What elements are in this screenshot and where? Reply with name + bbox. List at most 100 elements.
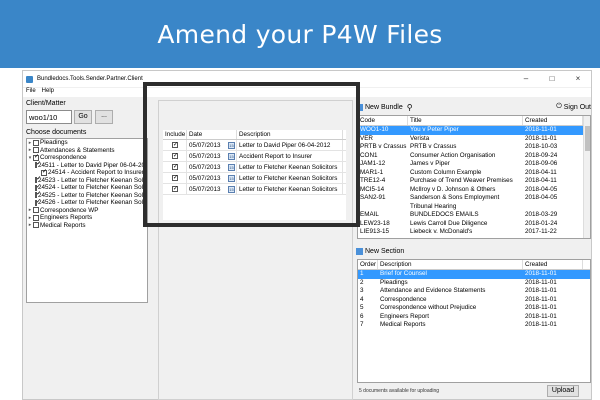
upload-button[interactable]: Upload — [547, 385, 579, 397]
section-description-cell: Attendance and Evidence Statements — [380, 287, 486, 294]
bundle-row[interactable]: LEW23-18 Lewis Carroll Due Diligence 2018-… — [358, 220, 590, 229]
tree-checkbox[interactable] — [41, 168, 47, 176]
section-order-cell: 3 — [360, 287, 364, 294]
col-created[interactable]: Created — [523, 116, 583, 125]
bundle-row[interactable]: PRTB v Crassus PRTB v Crassus 2018-10-03 — [358, 143, 590, 152]
tree-checkbox[interactable] — [33, 207, 39, 214]
section-order-cell: 7 — [360, 321, 364, 328]
tree-item[interactable]: ▾Correspondence — [27, 153, 147, 162]
tree-item[interactable]: 24525 - Letter to Fletcher Keenan Solici… — [27, 190, 148, 200]
section-created-cell: 2018-11-01 — [525, 278, 557, 286]
bundle-title-cell: You v Peter Piper — [410, 126, 459, 133]
bundle-row[interactable]: JAM1-12 James v Piper 2018-09-06 — [358, 160, 590, 169]
section-description-cell: Correspondence — [380, 295, 427, 303]
bundle-code-cell: CON1 — [360, 151, 378, 159]
bundle-created-cell: 2018-09-24 — [525, 151, 558, 159]
tree-item-label: 24523 - Letter to Fletcher Keenan Solici… — [38, 176, 148, 184]
col-code[interactable]: Code — [358, 116, 408, 125]
tree-item[interactable]: ▸ Engineers Reports — [27, 214, 147, 222]
bundle-row[interactable]: VER Verista 2018-11-01 — [358, 135, 590, 144]
tree-item-label: 24511 - Letter to David Piper 06-04-2012 — [38, 161, 148, 169]
documents-tree[interactable]: ▸Pleadings▸Attendances & Statements▾Corr… — [26, 138, 148, 303]
tree-item-label: Correspondence — [40, 154, 87, 162]
bundle-created-cell: 2018-11-01 — [525, 134, 557, 142]
bundle-title-cell: Verista — [410, 134, 430, 142]
section-row[interactable]: 2 Pleadings 2018-11-01 — [358, 279, 590, 288]
tree-item[interactable]: 24514 - Accident Report to Insurer — [27, 168, 147, 177]
bundle-code-cell: LIE913-15 — [360, 228, 390, 235]
close-button[interactable]: × — [565, 71, 591, 87]
tree-item-label: 24525 - Letter to Fletcher Keenan Solici… — [38, 191, 148, 199]
bundle-created-cell: 2018-09-06 — [525, 160, 558, 167]
minimize-button[interactable]: – — [513, 71, 539, 87]
section-row[interactable]: 4 Correspondence 2018-11-01 — [358, 296, 590, 305]
section-row[interactable]: 3 Attendance and Evidence Statements 2018-… — [358, 287, 590, 296]
tree-item[interactable]: ▸ Attendances & Statements — [27, 147, 147, 155]
bundle-row[interactable]: MAR1-1 Custom Column Example 2018-04-11 — [358, 169, 590, 178]
search-icon[interactable]: ⚲ — [407, 103, 413, 112]
bundle-code-cell: MCI5-14 — [360, 185, 385, 193]
section-row[interactable]: 6 Engineers Report 2018-11-01 — [358, 313, 590, 322]
choose-documents-label: Choose documents — [26, 129, 87, 136]
tree-item[interactable]: ▸ Medical Reports — [27, 222, 147, 230]
bundle-title-cell: PRTB v Crassus — [410, 143, 457, 150]
tree-checkbox[interactable] — [35, 160, 41, 169]
tree-item[interactable]: 24523 - Letter to Fletcher Keenan Solici… — [27, 175, 148, 185]
bundle-created-cell: 2018-10-03 — [525, 143, 558, 150]
col-order[interactable]: Order — [358, 260, 378, 269]
section-description-cell: Brief for Counsel — [380, 270, 427, 277]
bundle-row[interactable]: MCI5-14 McIlroy v D. Johnson & Others 2018… — [358, 186, 590, 195]
browse-button[interactable]: ... — [95, 110, 113, 124]
menu-file[interactable]: File — [26, 88, 36, 97]
section-created-cell: 2018-11-01 — [525, 304, 557, 311]
section-row[interactable]: 7 Medical Reports 2018-11-01 — [358, 321, 590, 330]
client-matter-label: Client/Matter — [26, 100, 66, 107]
col-section-created[interactable]: Created — [523, 260, 583, 269]
power-icon: ⏻ — [556, 103, 562, 110]
bundle-toolbar: New Bundle ⚲ ⏻ Sign Out — [356, 101, 591, 113]
banner-title: Amend your P4W Files — [157, 19, 443, 49]
tree-item[interactable]: 24526 - Letter to Fletcher Keenan Solici… — [27, 198, 147, 207]
section-order-cell: 5 — [360, 304, 364, 311]
tree-item[interactable]: ▸ Pleadings — [27, 139, 147, 147]
bundle-created-cell: 2018-04-05 — [525, 185, 558, 193]
section-description-cell: Engineers Report — [380, 312, 430, 320]
section-created-cell: 2018-11-01 — [525, 270, 557, 277]
bundle-title-cell: Sanderson & Sons Employment Tribunal Hea… — [410, 194, 500, 210]
tree-checkbox[interactable] — [35, 198, 41, 206]
bundles-scrollbar[interactable] — [583, 116, 590, 238]
tree-item[interactable]: ▸ Correspondence WP — [27, 207, 147, 215]
col-title[interactable]: Title — [408, 116, 523, 125]
bundle-created-cell: 2018-11-01 — [525, 126, 557, 133]
client-matter-input[interactable] — [26, 110, 72, 124]
go-button[interactable]: Go — [74, 110, 92, 124]
tree-checkbox[interactable] — [33, 214, 39, 221]
section-created-cell: 2018-11-01 — [525, 295, 557, 303]
tree-checkbox[interactable] — [33, 222, 39, 229]
bundle-row[interactable]: WOO1-10 You v Peter Piper 2018-11-01 — [358, 126, 590, 135]
status-text: 5 documents available for uploading — [359, 388, 440, 394]
tree-item[interactable]: 24524 - Letter to Fletcher Keenan Solici… — [27, 183, 147, 192]
section-description-cell: Pleadings — [380, 278, 408, 286]
tree-item-label: Engineers Reports — [40, 214, 93, 222]
col-section-description[interactable]: Description — [378, 260, 523, 269]
section-toolbar: New Section — [356, 245, 591, 257]
section-row[interactable]: 5 Correspondence without Prejudice 2018-11… — [358, 304, 590, 313]
tree-checkbox[interactable] — [33, 139, 39, 146]
new-section-button[interactable]: New Section — [365, 248, 404, 255]
bundle-row[interactable]: EMAIL BUNDLEDOCS EMAILS 2018-03-29 — [358, 211, 590, 220]
tree-item-label: Medical Reports — [40, 221, 86, 229]
bundle-row[interactable]: SAN2-91 Sanderson & Sons Employment Tribu… — [358, 194, 590, 211]
sign-out-button[interactable]: Sign Out — [564, 104, 591, 111]
maximize-button[interactable]: □ — [539, 71, 565, 87]
tree-item-label: Correspondence WP — [40, 206, 99, 214]
bundle-created-cell: 2018-01-24 — [525, 219, 558, 227]
new-bundle-button[interactable]: New Bundle — [365, 104, 403, 111]
section-order-cell: 2 — [360, 278, 364, 286]
bundle-row[interactable]: CON1 Consumer Action Organisation 2018-09-… — [358, 152, 590, 161]
bundle-code-cell: JAM1-12 — [360, 160, 386, 167]
section-row[interactable]: 1 Brief for Counsel 2018-11-01 — [358, 270, 590, 279]
menu-help[interactable]: Help — [42, 88, 54, 97]
bundle-row[interactable]: TRE12-4 Purchase of Trend Weaver Premises… — [358, 177, 590, 186]
bundle-row[interactable]: LIE913-15 Liebeck v. McDonald's 2017-11-22 — [358, 228, 590, 237]
